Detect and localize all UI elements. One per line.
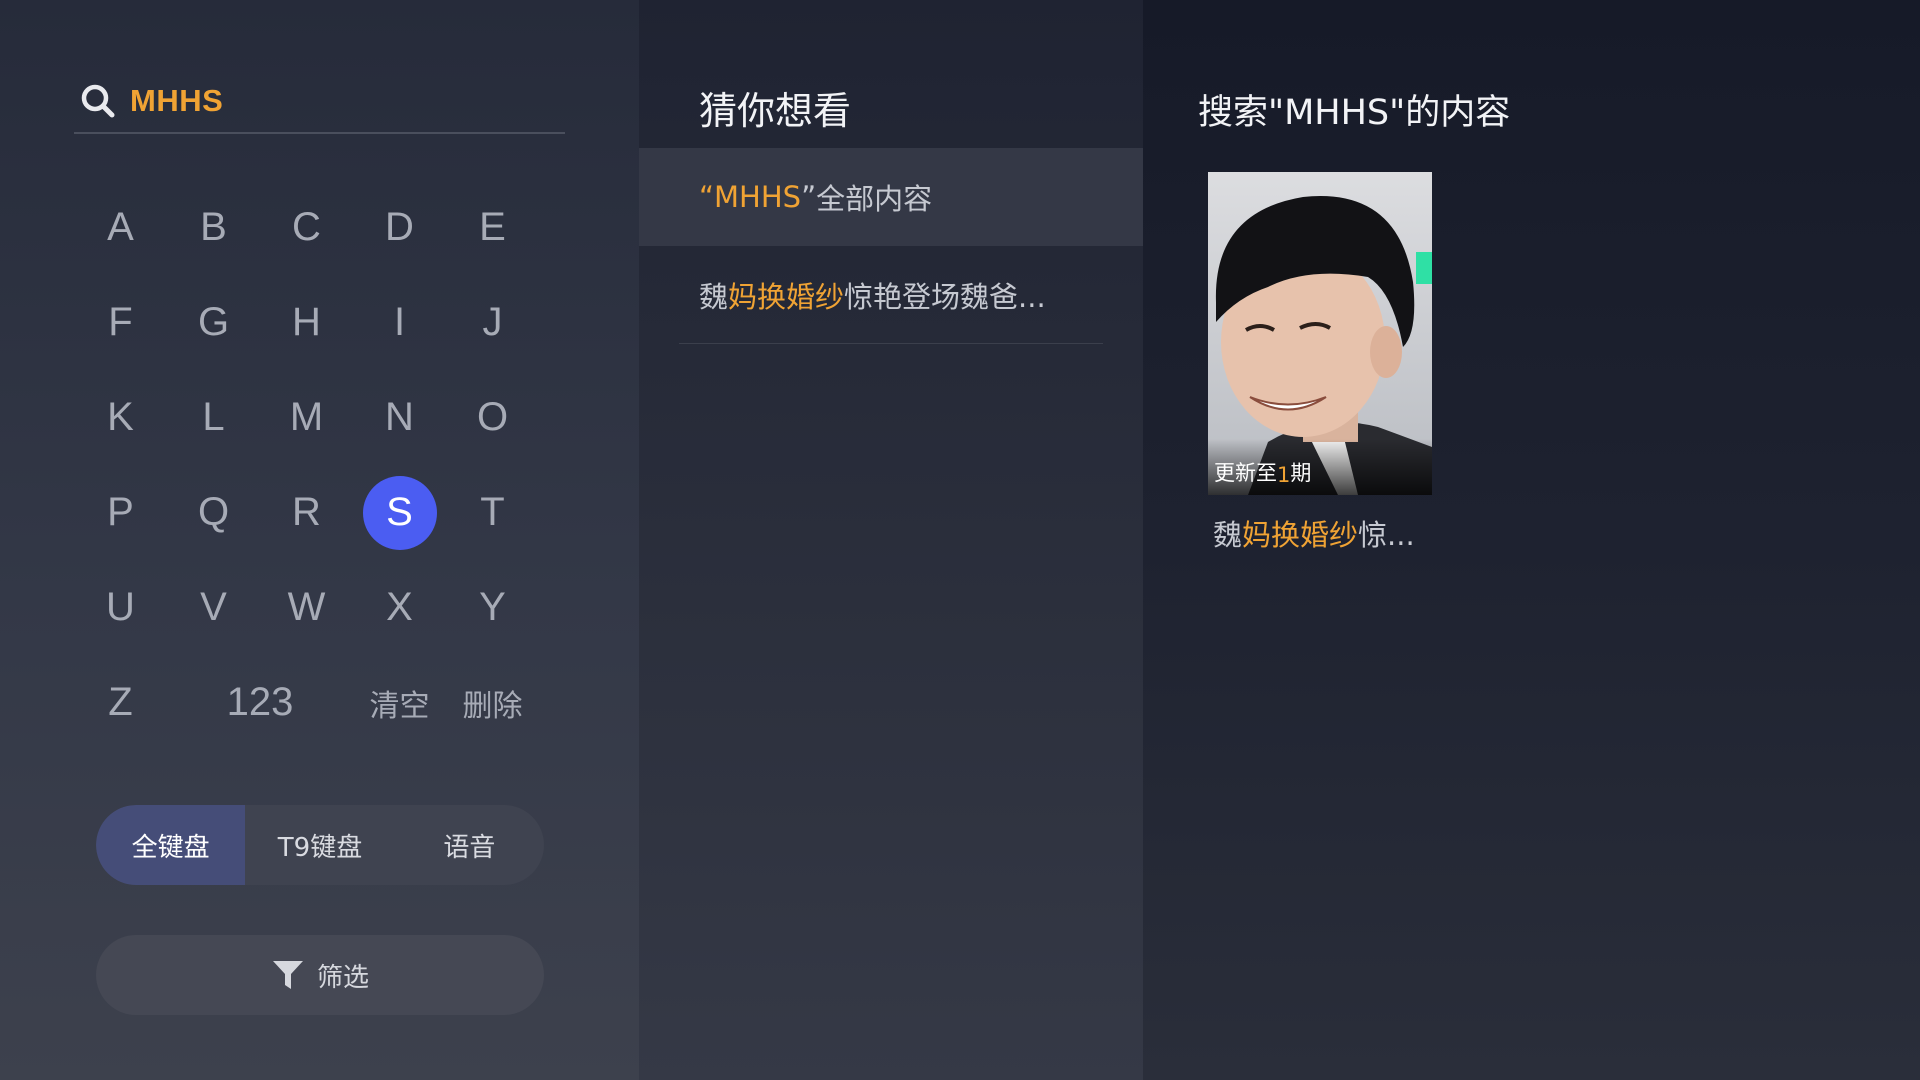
key-b[interactable]: B xyxy=(167,180,260,275)
mode-voice[interactable]: 语音 xyxy=(395,805,544,885)
suggestion-item-all[interactable]: “MHHS” 全部内容 xyxy=(639,148,1143,246)
delete-key[interactable]: 删除 xyxy=(446,655,539,750)
key-123[interactable]: 123 xyxy=(167,655,353,750)
key-g[interactable]: G xyxy=(167,275,260,370)
suggestion-item-show[interactable]: 魏妈换婚纱 惊艳登场魏爸... xyxy=(639,246,1143,344)
filter-button[interactable]: 筛选 xyxy=(96,935,544,1015)
suggestion-text: 全部内容 xyxy=(816,182,933,216)
key-i[interactable]: I xyxy=(353,275,446,370)
key-k[interactable]: K xyxy=(74,370,167,465)
search-query: MHHS xyxy=(130,83,224,118)
funnel-icon xyxy=(271,958,305,992)
key-l[interactable]: L xyxy=(167,370,260,465)
key-z[interactable]: Z xyxy=(74,655,167,750)
suggestions-panel: 猜你想看 “MHHS” 全部内容 魏妈换婚纱 惊艳登场魏爸... xyxy=(639,0,1143,1080)
mode-t9-keyboard[interactable]: T9键盘 xyxy=(245,805,394,885)
key-h[interactable]: H xyxy=(260,275,353,370)
keyboard-panel: MHHS A B C D E F G H I J K L M N O P Q R… xyxy=(0,0,639,1080)
key-w[interactable]: W xyxy=(260,560,353,655)
key-y[interactable]: Y xyxy=(446,560,539,655)
suggestion-highlight: 妈换婚纱 xyxy=(728,280,845,314)
suggestion-highlight: MHHS xyxy=(714,180,802,214)
key-x[interactable]: X xyxy=(353,560,446,655)
suggestion-quote-open: “ xyxy=(699,180,715,214)
keyboard-mode-switch: 全键盘 T9键盘 语音 xyxy=(96,805,544,885)
suggestion-quote-close: ” xyxy=(801,180,817,214)
result-card-poster[interactable]: 更新至 1 期 xyxy=(1208,172,1432,495)
clear-key[interactable]: 清空 xyxy=(353,655,446,750)
search-bar[interactable]: MHHS xyxy=(74,70,565,134)
key-t[interactable]: T xyxy=(446,465,539,560)
key-c[interactable]: C xyxy=(260,180,353,275)
letter-keyboard: A B C D E F G H I J K L M N O P Q R S T … xyxy=(74,180,539,750)
key-n[interactable]: N xyxy=(353,370,446,465)
key-f[interactable]: F xyxy=(74,275,167,370)
results-title: 搜索"MHHS"的内容 xyxy=(1198,93,1511,133)
key-d[interactable]: D xyxy=(353,180,446,275)
result-card-title[interactable]: 魏妈换婚纱惊... xyxy=(1213,512,1415,554)
key-j[interactable]: J xyxy=(446,275,539,370)
key-u[interactable]: U xyxy=(74,560,167,655)
key-r[interactable]: R xyxy=(260,465,353,560)
search-icon xyxy=(78,81,118,121)
mode-full-keyboard[interactable]: 全键盘 xyxy=(96,805,246,885)
results-panel: 搜索"MHHS"的内容 更新至 1 期 魏妈换婚纱惊... xyxy=(1143,0,1920,1080)
key-p[interactable]: P xyxy=(74,465,167,560)
key-o[interactable]: O xyxy=(446,370,539,465)
key-s[interactable]: S xyxy=(353,465,446,560)
update-badge: 更新至 1 期 xyxy=(1208,439,1432,495)
key-m[interactable]: M xyxy=(260,370,353,465)
divider xyxy=(679,343,1103,344)
suggestion-prefix: 魏 xyxy=(699,280,729,314)
key-e[interactable]: E xyxy=(446,180,539,275)
key-q[interactable]: Q xyxy=(167,465,260,560)
suggestions-title: 猜你想看 xyxy=(699,89,852,133)
key-v[interactable]: V xyxy=(167,560,260,655)
key-a[interactable]: A xyxy=(74,180,167,275)
filter-label: 筛选 xyxy=(316,962,369,993)
suggestion-text: 惊艳登场魏爸... xyxy=(844,280,1046,314)
